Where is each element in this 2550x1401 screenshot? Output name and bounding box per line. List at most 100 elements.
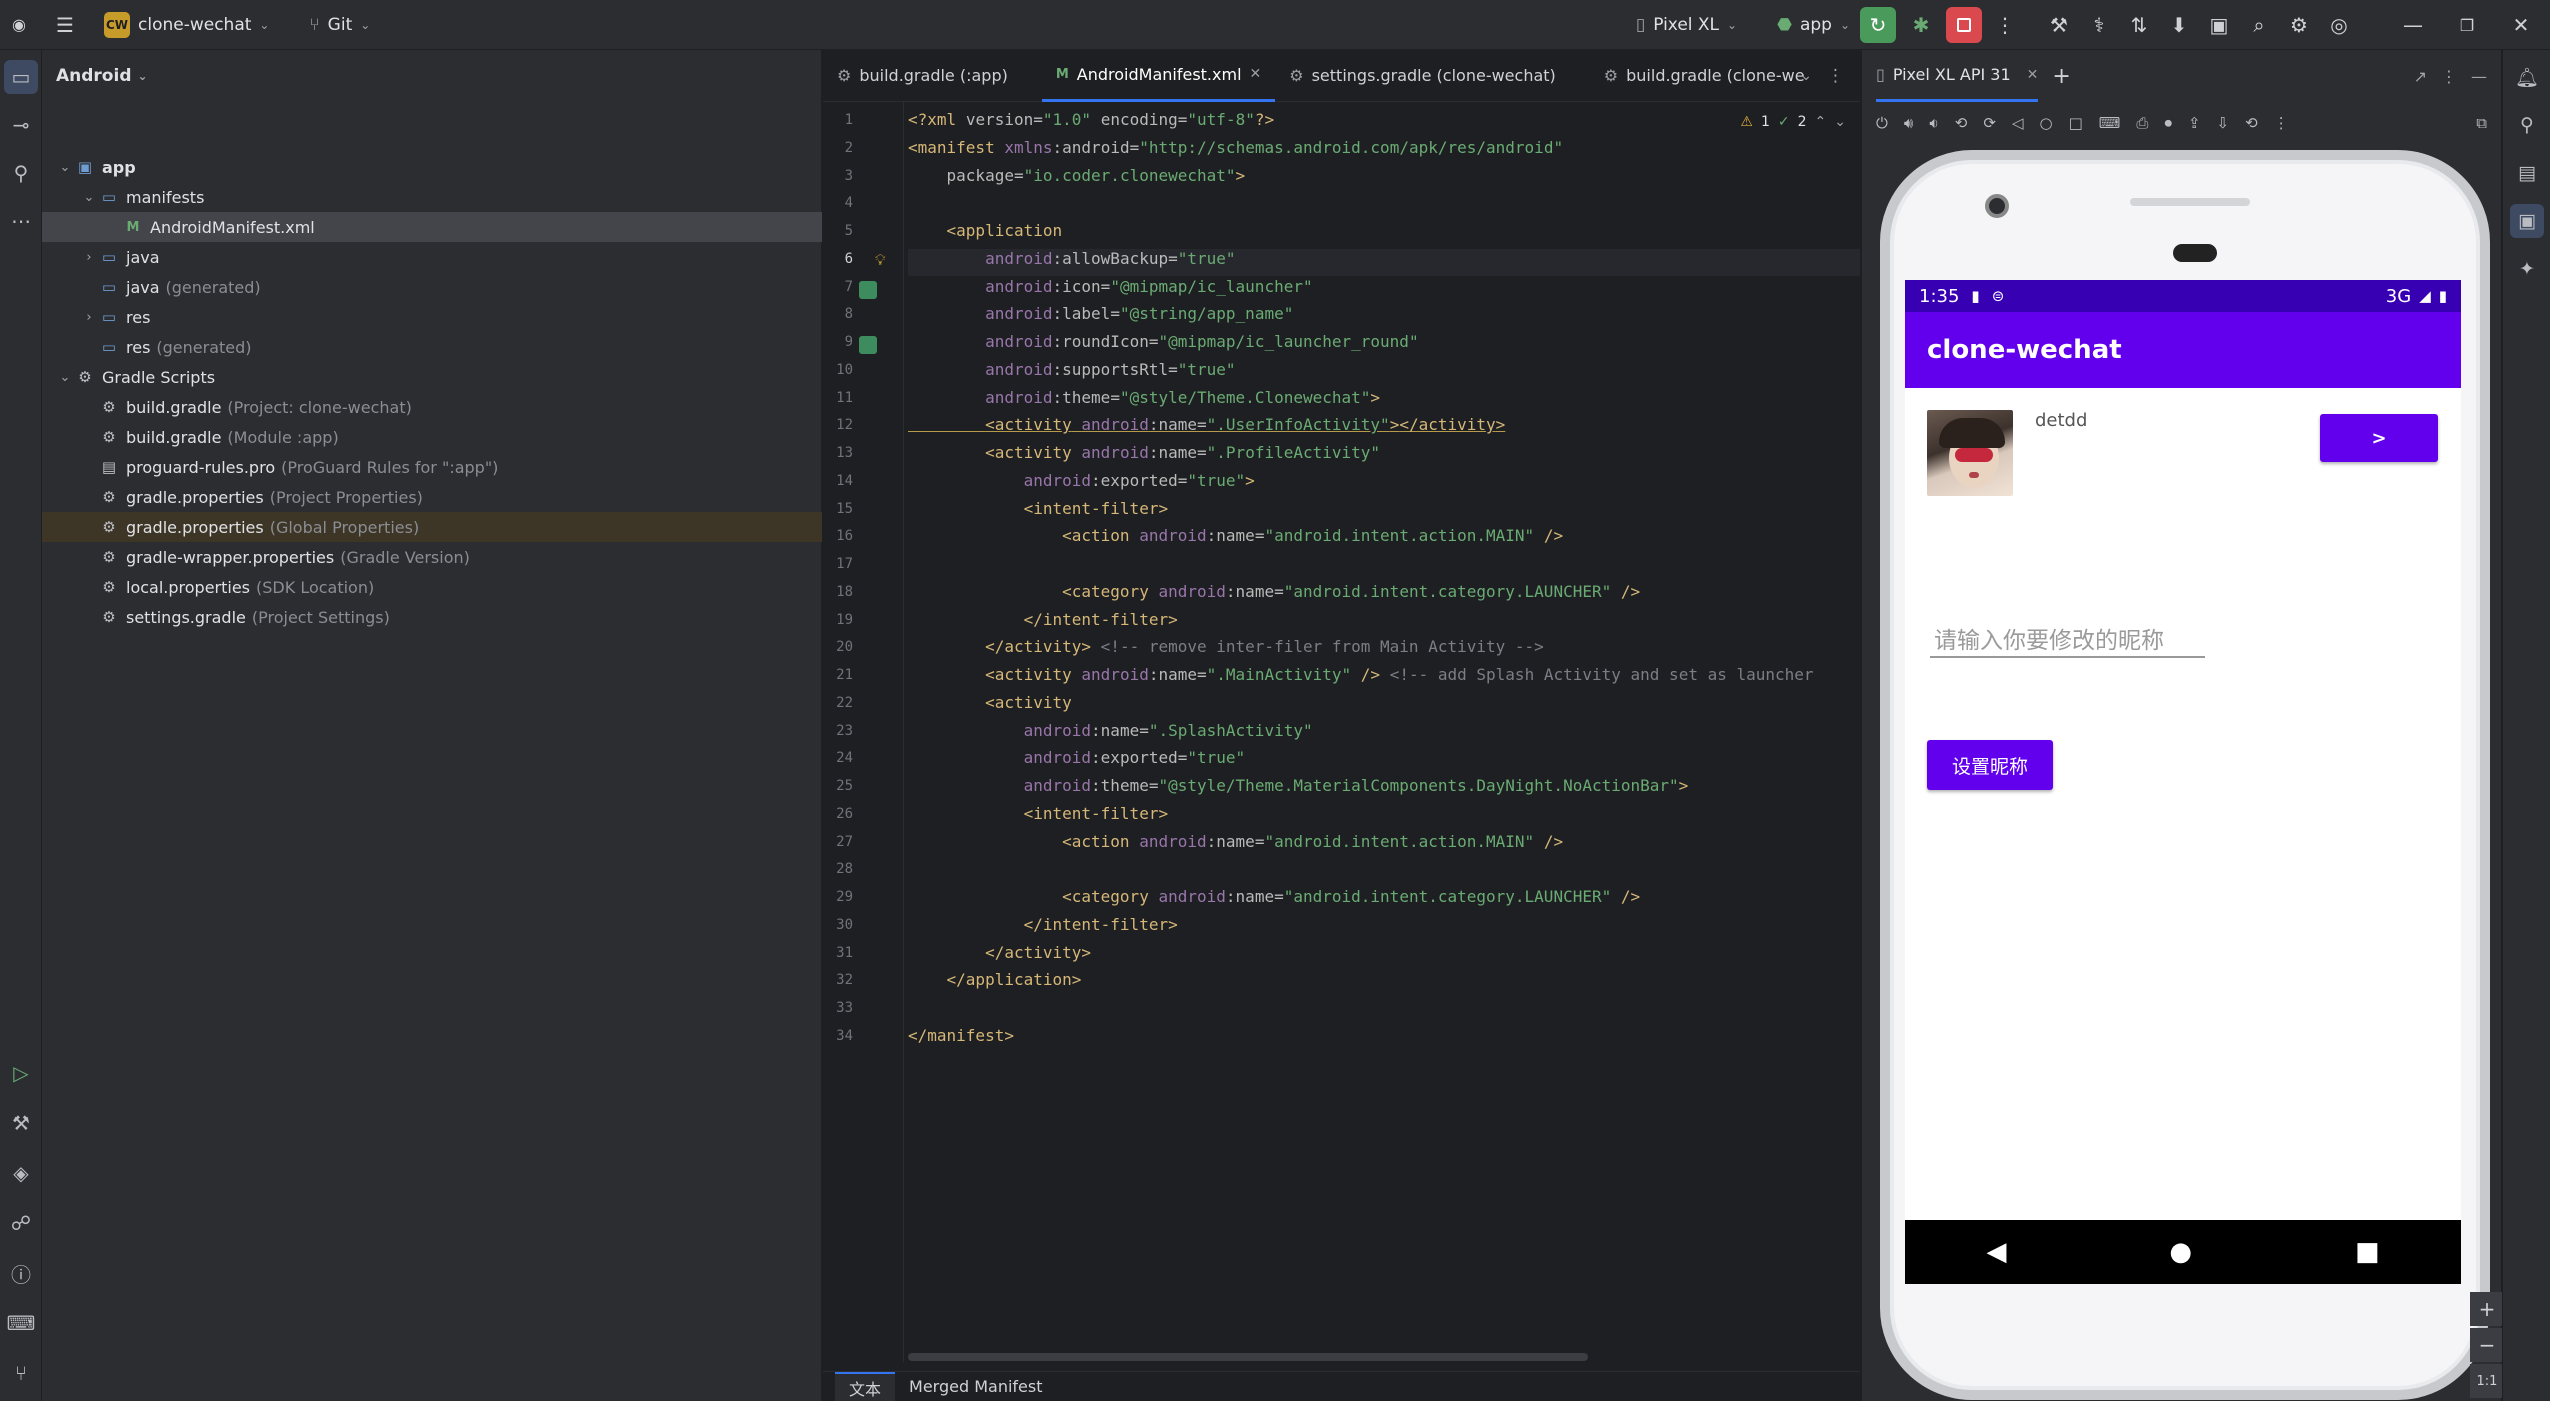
gemini-icon[interactable]: ✦ xyxy=(2510,252,2544,286)
profiler-icon[interactable]: ⚕ xyxy=(2082,8,2116,42)
tree-item[interactable]: ▭ res (generated) xyxy=(42,332,822,362)
close-tab-icon[interactable]: ✕ xyxy=(1250,66,1262,82)
device-manager-icon[interactable]: ▣ xyxy=(2202,8,2236,42)
lightbulb-icon[interactable]: 💡︎ xyxy=(875,251,886,269)
record-icon[interactable]: ⏺ xyxy=(2164,114,2172,132)
horizontal-scrollbar[interactable] xyxy=(908,1353,1588,1361)
code-line[interactable]: android:name=".SplashActivity" xyxy=(908,721,1860,748)
code-line[interactable]: </application> xyxy=(908,970,1860,997)
home-icon[interactable]: ○ xyxy=(2039,114,2052,132)
code-line[interactable] xyxy=(908,859,1860,886)
rotate-right-icon[interactable]: ⟳ xyxy=(1983,114,1996,132)
more-icon[interactable]: ⋮ xyxy=(2274,114,2289,132)
chevron-down-icon[interactable]: ⌄ xyxy=(56,370,74,385)
device-screen[interactable]: 1:35 ▮ ⊜ 3G ◢ ▮ clone-wechat detdd > 请输入… xyxy=(1905,280,2461,1284)
back-icon[interactable]: ◁ xyxy=(2012,114,2024,132)
zoom-out-icon[interactable]: − xyxy=(2470,1328,2504,1362)
code-line[interactable]: </activity> <!-- remove inter-filer from… xyxy=(908,637,1860,664)
account-icon[interactable]: ◎ xyxy=(2322,8,2356,42)
sdk-manager-icon[interactable]: ⬇ xyxy=(2162,8,2196,42)
code-line[interactable]: <category android:name="android.intent.c… xyxy=(908,582,1860,609)
keyboard-icon[interactable]: ⌨ xyxy=(2099,114,2121,132)
panel-more-icon[interactable]: ⋮ xyxy=(2441,67,2457,86)
screenshot-icon[interactable]: ⎙ xyxy=(2136,114,2148,132)
code-line[interactable]: android:theme="@style/Theme.Clonewechat"… xyxy=(908,388,1860,415)
search-icon[interactable]: ⌕ xyxy=(2242,8,2276,42)
chevron-down-icon[interactable]: ⌄ xyxy=(80,190,98,205)
tab-build-gradle-app[interactable]: ⚙ build.gradle (:app) xyxy=(823,50,1022,102)
resource-preview-icon[interactable] xyxy=(859,280,877,299)
code-line[interactable] xyxy=(908,554,1860,581)
tree-item[interactable]: ⌄ ▣ app xyxy=(42,152,822,182)
chevron-down-icon[interactable]: ⌄ xyxy=(56,160,74,175)
tree-item[interactable]: ⚙ gradle.properties (Global Properties) xyxy=(42,512,822,542)
android-studio-logo-icon[interactable]: ◉ xyxy=(2,8,36,42)
code-line[interactable]: <intent-filter> xyxy=(908,804,1860,831)
user-info-button[interactable]: > xyxy=(2320,414,2438,462)
tab-merged-manifest[interactable]: Merged Manifest xyxy=(895,1372,1056,1401)
chevron-right-icon[interactable]: › xyxy=(80,310,98,325)
more-actions-icon[interactable]: ⋮ xyxy=(1988,8,2022,42)
code-line[interactable]: </intent-filter> xyxy=(908,915,1860,942)
chevron-down-icon[interactable]: ⌄ xyxy=(1834,114,1846,130)
snapshot-icon[interactable]: ⟲ xyxy=(2245,114,2258,132)
code-line[interactable]: <category android:name="android.intent.c… xyxy=(908,887,1860,914)
code-line[interactable]: </manifest> xyxy=(908,1026,1860,1053)
tree-item[interactable]: ▭ java (generated) xyxy=(42,272,822,302)
inspection-widget[interactable]: ⚠ 1 ✓ 2 ⌃ ⌄ xyxy=(1740,114,1846,130)
tabs-overflow-chevron-icon[interactable]: ⌄ xyxy=(1800,68,1812,84)
tree-item[interactable]: ▤ proguard-rules.pro (ProGuard Rules for "… xyxy=(42,452,822,482)
zoom-in-icon[interactable]: + xyxy=(2470,1292,2504,1326)
tree-item[interactable]: ⌄ ⚙ Gradle Scripts xyxy=(42,362,822,392)
external-window-icon[interactable]: ↗ xyxy=(2414,67,2427,86)
tree-item[interactable]: › ▭ res xyxy=(42,302,822,332)
code-line[interactable]: android:label="@string/app_name" xyxy=(908,304,1860,331)
more-tools-icon[interactable]: ⋯ xyxy=(4,204,38,238)
rotate-left-icon[interactable]: ⟲ xyxy=(1955,114,1968,132)
gradle-sync-icon[interactable]: ⇅ xyxy=(2122,8,2156,42)
device-selector[interactable]: ▯ Pixel XL ⌄ xyxy=(1636,15,1737,35)
run-config-selector[interactable]: ⬣ app ⌄ xyxy=(1777,15,1850,35)
tree-item[interactable]: M AndroidManifest.xml xyxy=(42,212,822,242)
zoom-ratio-button[interactable]: 1:1 xyxy=(2470,1364,2504,1398)
tree-item[interactable]: ⚙ build.gradle (Module :app) xyxy=(42,422,822,452)
tab-build-gradle-project[interactable]: ⚙ build.gradle (clone-we xyxy=(1590,50,1819,102)
close-icon[interactable]: ✕ xyxy=(2504,8,2538,42)
tab-android-manifest[interactable]: M AndroidManifest.xml ✕ xyxy=(1041,50,1276,102)
tree-item[interactable]: ⚙ local.properties (SDK Location) xyxy=(42,572,822,602)
tree-item[interactable]: ⚙ build.gradle (Project: clone-wechat) xyxy=(42,392,822,422)
project-selector[interactable]: CW clone-wechat ⌄ xyxy=(104,11,269,38)
terminal-icon[interactable]: ⌨ xyxy=(4,1306,38,1340)
add-device-icon[interactable]: + xyxy=(2052,64,2070,89)
overview-icon[interactable]: □ xyxy=(2069,114,2083,132)
tab-settings-gradle[interactable]: ⚙ settings.gradle (clone-wechat) xyxy=(1275,50,1570,102)
app-quality-icon[interactable]: ◈ xyxy=(4,1156,38,1190)
code-line[interactable]: android:exported="true" xyxy=(908,748,1860,775)
project-folder-icon[interactable]: ▭ xyxy=(4,60,38,94)
code-line[interactable]: <action android:name="android.intent.act… xyxy=(908,832,1860,859)
code-area[interactable]: <?xml version="1.0" encoding="utf-8"?> <m… xyxy=(908,102,1860,1362)
minimize-icon[interactable]: — xyxy=(2396,8,2430,42)
nav-back-icon[interactable]: ◀ xyxy=(1986,1237,2006,1267)
rerun-button[interactable]: ↻ xyxy=(1860,7,1896,43)
code-line[interactable]: <manifest xmlns:android="http://schemas.… xyxy=(908,138,1860,165)
tree-item[interactable]: ⌄ ▭ manifests xyxy=(42,182,822,212)
tree-item[interactable]: ⚙ gradle.properties (Project Properties) xyxy=(42,482,822,512)
code-line[interactable]: </intent-filter> xyxy=(908,610,1860,637)
run-icon[interactable]: ▷ xyxy=(4,1056,38,1090)
close-tab-icon[interactable]: ✕ xyxy=(2027,67,2039,83)
git-icon[interactable]: ⑂ xyxy=(4,1356,38,1390)
settings-gear-icon[interactable]: ⚙ xyxy=(2282,8,2316,42)
logcat-icon[interactable]: ☍ xyxy=(4,1206,38,1240)
set-nickname-button[interactable]: 设置昵称 xyxy=(1927,740,2053,790)
resource-preview-icon[interactable] xyxy=(859,336,877,354)
code-line[interactable]: <application xyxy=(908,221,1860,248)
tree-item[interactable]: ⚙ gradle-wrapper.properties (Gradle Versio… xyxy=(42,542,822,572)
hide-panel-icon[interactable]: — xyxy=(2471,67,2487,86)
running-devices-icon[interactable]: ▣ xyxy=(2510,204,2544,238)
nav-home-icon[interactable]: ● xyxy=(2169,1237,2192,1267)
download-icon[interactable]: ⇩ xyxy=(2217,114,2230,132)
build-icon[interactable]: ⚒ xyxy=(2042,8,2076,42)
mirror-icon[interactable]: ⧉ xyxy=(2476,114,2487,132)
debug-icon[interactable]: ✱ xyxy=(1904,8,1938,42)
